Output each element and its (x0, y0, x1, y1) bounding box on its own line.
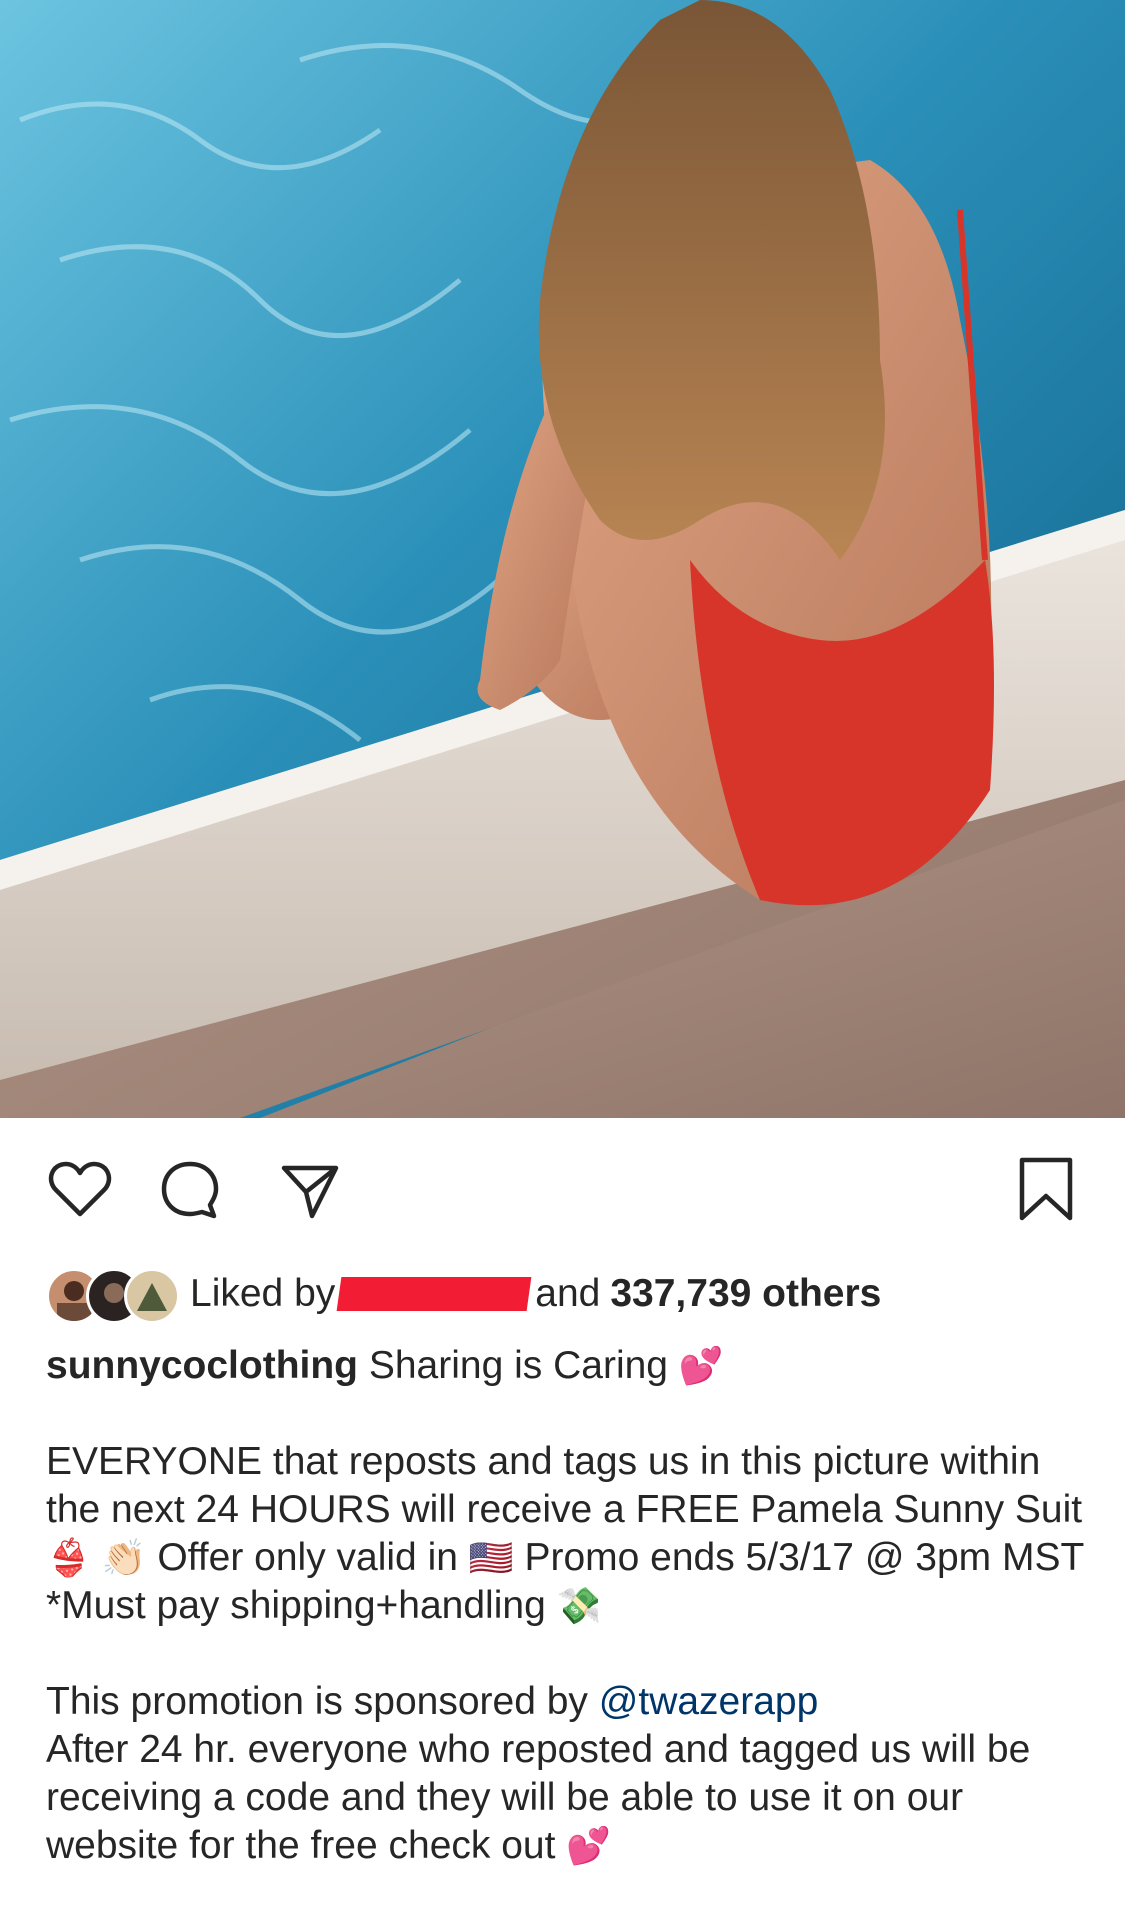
clapping-hands-icon: 👏🏻 (101, 1537, 147, 1578)
likes-count[interactable]: 337,739 others (610, 1272, 881, 1316)
paper-plane-icon[interactable] (270, 1150, 350, 1230)
comment-icon[interactable] (150, 1150, 230, 1230)
liker-avatars[interactable] (46, 1264, 180, 1324)
avatar[interactable] (124, 1268, 180, 1324)
mention-link[interactable]: @twazerapp (599, 1680, 819, 1723)
redacted-username (336, 1277, 532, 1311)
caption-headline: Sharing is Caring (368, 1344, 668, 1387)
caption-code-info: After 24 hr. everyone who reposted and t… (46, 1728, 1031, 1867)
bikini-icon: 👙 (46, 1537, 91, 1578)
post-action-bar (0, 1150, 1125, 1230)
caption-sponsored: This promotion is sponsored by (46, 1680, 588, 1723)
caption-username[interactable]: sunnycoclothing (46, 1344, 358, 1387)
two-hearts-icon: 💕 (678, 1345, 724, 1386)
likes-summary[interactable]: Liked by and 337,739 others (46, 1262, 881, 1326)
liked-by-label: Liked by (190, 1272, 336, 1315)
caption-paragraph-offer: EVERYONE that reposts and tags us in thi… (46, 1440, 1083, 1531)
bookmark-icon[interactable] (1006, 1150, 1086, 1230)
post-photo[interactable] (0, 0, 1125, 1118)
money-with-wings-icon: 💸 (556, 1585, 602, 1626)
caption-offer-valid: Offer only valid in (157, 1536, 458, 1579)
post-caption: sunnycoclothing Sharing is Caring 💕 EVER… (46, 1342, 1086, 1870)
heart-icon[interactable] (40, 1150, 120, 1230)
us-flag-icon: 🇺🇸 (468, 1537, 514, 1578)
two-hearts-icon: 💕 (566, 1825, 612, 1866)
likes-and-label: and (535, 1272, 601, 1315)
